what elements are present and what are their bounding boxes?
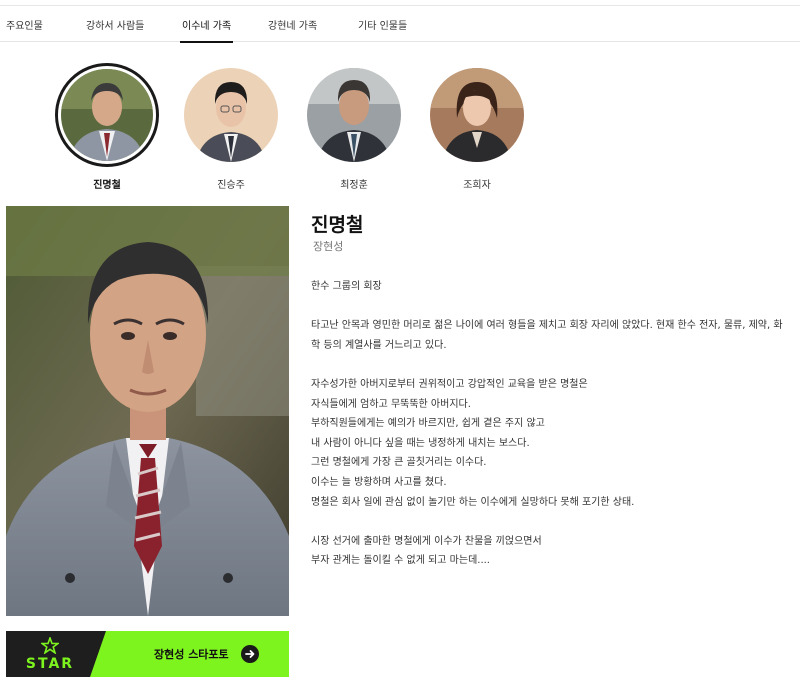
- description-line: 시장 선거에 출마한 명철에게 이수가 찬물을 끼얹으면서: [311, 535, 542, 547]
- cast-item-jin-seungju[interactable]: 진승주: [179, 64, 283, 191]
- star-photo-banner[interactable]: STAR 장현성 스타포토: [6, 631, 289, 677]
- cast-name: 진승주: [217, 180, 245, 191]
- description-line: 내 사람이 아니다 싶을 때는 냉정하게 내치는 보스다.: [311, 437, 530, 449]
- description-line: 이수는 늘 방황하며 사고를 쳤다.: [311, 476, 447, 488]
- arrow-right-icon: [241, 645, 259, 663]
- portrait-jin-myeongcheol: [6, 206, 289, 616]
- character-name: 진명철: [311, 214, 364, 236]
- star-icon: [39, 635, 61, 655]
- star-logo-text: STAR: [25, 656, 75, 672]
- description-line: 한수 그룹의 회장: [311, 281, 382, 292]
- avatar: [55, 63, 159, 167]
- character-portrait: [6, 206, 289, 616]
- cast-item-jin-myeongcheol[interactable]: 진명철: [55, 63, 159, 191]
- cast-item-choi-jeonghun[interactable]: 최정훈: [302, 64, 406, 191]
- avatar: [430, 68, 524, 162]
- description-line: 부자 관계는 돌이킬 수 없게 되고 마는데....: [311, 555, 490, 567]
- cast-name: 최정훈: [340, 180, 368, 191]
- star-photo-label: 장현성 스타포토: [154, 648, 229, 661]
- tab-other-characters[interactable]: 기타 인물들: [358, 17, 407, 32]
- portrait-jin-myeongcheol-thumb: [61, 69, 153, 161]
- description-line: 그런 명철에게 가장 큰 골칫거리는 이수다.: [311, 457, 487, 469]
- tab-main-characters[interactable]: 주요인물: [6, 17, 43, 32]
- avatar: [184, 68, 278, 162]
- portrait-choi-jeonghun-thumb: [307, 68, 401, 162]
- character-description: 한수 그룹의 회장 타고난 안목과 영민한 머리로 젊은 나이에 여러 형들을 …: [311, 277, 797, 571]
- portrait-jo-huija-thumb: [430, 68, 524, 162]
- description-line: 자식들에게 엄하고 무뚝뚝한 아버지다.: [311, 398, 471, 410]
- actor-name: 장현성: [313, 240, 344, 253]
- tab-ganghyeon-family[interactable]: 강현네 가족: [268, 17, 317, 32]
- category-tabs: 주요인물 강하서 사람들 이수네 가족 강현네 가족 기타 인물들: [0, 6, 800, 43]
- description-line: 부하직원들에게는 예의가 바르지만, 쉽게 곁은 주지 않고: [311, 418, 545, 430]
- description-line: 자수성가한 아버지로부터 권위적이고 강압적인 교육을 받은 명철은: [311, 378, 588, 390]
- description-line: 명철은 회사 일에 관심 없이 놀기만 하는 이수에게 실망하다 못해 포기한 …: [311, 496, 635, 508]
- description-line: 타고난 안목과 영민한 머리로 젊은 나이에 여러 형들을 제치고 회장 자리에…: [311, 320, 783, 332]
- tab-ganghaseo-people[interactable]: 강하서 사람들: [86, 17, 144, 32]
- cast-item-jo-huija[interactable]: 조희자: [425, 64, 529, 191]
- cast-name: 진명철: [93, 180, 121, 191]
- portrait-jin-seungju-thumb: [184, 68, 278, 162]
- avatar: [307, 68, 401, 162]
- description-line: 학 등의 계열사를 거느리고 있다.: [311, 339, 447, 351]
- cast-name: 조희자: [463, 180, 491, 191]
- tab-isu-family[interactable]: 이수네 가족: [179, 17, 234, 43]
- star-logo: STAR: [22, 635, 78, 672]
